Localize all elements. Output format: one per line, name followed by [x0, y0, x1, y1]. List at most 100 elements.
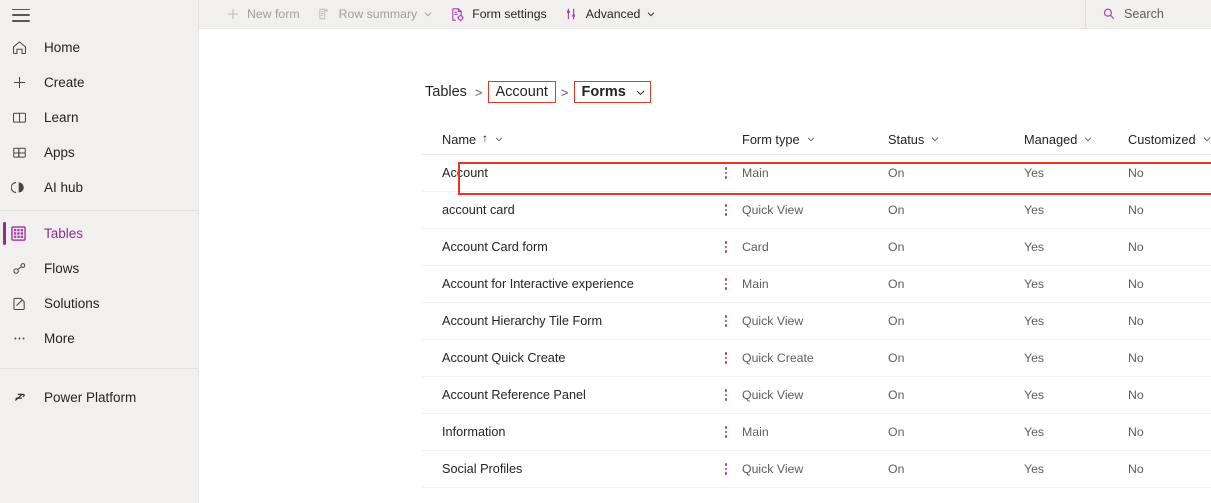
- cell-status: On: [888, 240, 905, 254]
- sidebar-item-label: Home: [44, 40, 81, 55]
- sidebar-item-create[interactable]: Create: [0, 65, 198, 100]
- more-vertical-icon[interactable]: [719, 315, 733, 327]
- hamburger-row: [0, 0, 198, 30]
- column-header-name[interactable]: Name ↑: [422, 132, 710, 147]
- cell-status: On: [888, 388, 905, 402]
- ai-hub-icon: [11, 178, 35, 198]
- cell-managed: Yes: [1024, 240, 1045, 254]
- sidebar-item-more[interactable]: More: [0, 321, 198, 356]
- hamburger-icon[interactable]: [12, 8, 30, 22]
- cell-name: Account Reference Panel: [442, 388, 586, 402]
- breadcrumb-forms-annotated[interactable]: Forms: [573, 81, 651, 103]
- row-actions-menu[interactable]: [710, 204, 742, 216]
- more-vertical-icon[interactable]: [719, 167, 733, 179]
- search-icon: [1102, 7, 1116, 21]
- table-row[interactable]: Account Card formCardOnYesNoYes: [422, 229, 1211, 266]
- column-header-customized[interactable]: Customized: [1128, 132, 1211, 147]
- sidebar-item-power-platform[interactable]: Power Platform: [0, 380, 198, 415]
- more-vertical-icon[interactable]: [719, 389, 733, 401]
- more-vertical-icon[interactable]: [719, 463, 733, 475]
- cell-status: On: [888, 425, 905, 439]
- sidebar-item-apps[interactable]: Apps: [0, 135, 198, 170]
- plus-icon: [224, 6, 241, 23]
- sidebar-item-solutions[interactable]: Solutions: [0, 286, 198, 321]
- table-row[interactable]: Social ProfilesQuick ViewOnYesNoYes: [422, 451, 1211, 488]
- more-vertical-icon[interactable]: [719, 352, 733, 364]
- row-summary-icon: [316, 6, 333, 23]
- sidebar-item-learn[interactable]: Learn: [0, 100, 198, 135]
- breadcrumb-forms: Forms: [581, 84, 626, 100]
- cell-form-type: Quick View: [742, 203, 804, 217]
- chevron-down-icon: [806, 134, 816, 144]
- breadcrumb-tables[interactable]: Tables: [422, 83, 470, 101]
- table-row[interactable]: Account for Interactive experience Main On…: [422, 266, 1211, 303]
- column-header-status[interactable]: Status: [888, 132, 1024, 147]
- sidebar-item-label: Tables: [44, 226, 84, 241]
- cell-managed: Yes: [1024, 388, 1045, 402]
- advanced-button[interactable]: Advanced: [555, 1, 665, 27]
- more-vertical-icon[interactable]: [719, 278, 733, 290]
- cell-status: On: [888, 351, 905, 365]
- sidebar-item-label: More: [44, 331, 75, 346]
- table-row[interactable]: Account Quick CreateQuick CreateOnYesNoY…: [422, 340, 1211, 377]
- power-apps-maker-portal: Home Create Learn Apps AI hub Tables Flo…: [0, 0, 1211, 503]
- sidebar-item-flows[interactable]: Flows: [0, 251, 198, 286]
- more-vertical-icon[interactable]: [719, 426, 733, 438]
- row-actions-menu[interactable]: [710, 241, 742, 253]
- column-header-form-type[interactable]: Form type: [742, 132, 888, 147]
- forms-table: Name ↑ Form type Status Managed Customiz…: [422, 124, 1211, 488]
- table-header-row: Name ↑ Form type Status Managed Customiz…: [422, 124, 1211, 155]
- sidebar-item-home[interactable]: Home: [0, 30, 198, 65]
- new-form-button[interactable]: New form: [216, 1, 308, 27]
- main-area: New form Row summary Form settings Advan…: [199, 0, 1211, 503]
- search-placeholder: Search: [1124, 7, 1164, 21]
- form-settings-label: Form settings: [472, 7, 547, 21]
- advanced-label: Advanced: [585, 7, 641, 21]
- cell-name: Account Hierarchy Tile Form: [442, 314, 603, 328]
- chevron-down-icon: [635, 87, 646, 98]
- chevron-down-icon: [646, 9, 656, 19]
- row-actions-menu[interactable]: [710, 426, 742, 438]
- sidebar-item-ai-hub[interactable]: AI hub: [0, 170, 198, 205]
- sort-ascending-icon: ↑: [482, 133, 488, 145]
- column-header-label: Managed: [1024, 131, 1078, 147]
- cell-customized: No: [1128, 240, 1144, 254]
- row-actions-menu[interactable]: [710, 389, 742, 401]
- cell-name: Social Profiles: [442, 462, 523, 476]
- table-row[interactable]: Account Reference Panel Quick View On Yes No…: [422, 377, 1211, 414]
- cell-managed: Yes: [1024, 277, 1045, 291]
- row-actions-menu[interactable]: [710, 278, 742, 290]
- ellipsis-icon: [11, 329, 35, 349]
- form-settings-button[interactable]: Form settings: [441, 1, 554, 27]
- sidebar-item-label: Solutions: [44, 296, 100, 311]
- grid-icon: [11, 224, 35, 244]
- breadcrumb-account: Account: [495, 84, 548, 100]
- solutions-icon: [11, 294, 35, 314]
- row-actions-menu[interactable]: [710, 463, 742, 475]
- cell-managed: Yes: [1024, 425, 1045, 439]
- sidebar-item-label: Create: [44, 75, 85, 90]
- cell-customized: No: [1128, 277, 1144, 291]
- sidebar-divider: [0, 210, 198, 211]
- table-row[interactable]: account cardQuick ViewOnYesNoYes: [422, 192, 1211, 229]
- table-row[interactable]: Account Hierarchy Tile Form Quick View On Y…: [422, 303, 1211, 340]
- row-actions-menu[interactable]: [710, 352, 742, 364]
- column-header-label: Status: [888, 131, 925, 147]
- row-actions-menu[interactable]: [710, 315, 742, 327]
- row-actions-menu[interactable]: [710, 167, 742, 179]
- table-row[interactable]: AccountMainOnYesNoYes: [422, 155, 1211, 192]
- breadcrumb-account-annotated[interactable]: Account: [487, 81, 556, 103]
- sidebar-item-tables[interactable]: Tables: [0, 216, 198, 251]
- more-vertical-icon[interactable]: [719, 241, 733, 253]
- more-vertical-icon[interactable]: [719, 204, 733, 216]
- command-bar: New form Row summary Form settings Advan…: [199, 0, 1211, 29]
- chevron-down-icon: [1202, 134, 1211, 144]
- cell-status: On: [888, 166, 905, 180]
- book-icon: [11, 108, 35, 128]
- search-input[interactable]: Search: [1102, 7, 1164, 21]
- column-header-managed[interactable]: Managed: [1024, 132, 1128, 147]
- chevron-down-icon: [930, 134, 940, 144]
- table-row[interactable]: InformationMainOnYesNoYes: [422, 414, 1211, 451]
- row-summary-button[interactable]: Row summary: [308, 1, 442, 27]
- cell-name: Account: [442, 166, 488, 180]
